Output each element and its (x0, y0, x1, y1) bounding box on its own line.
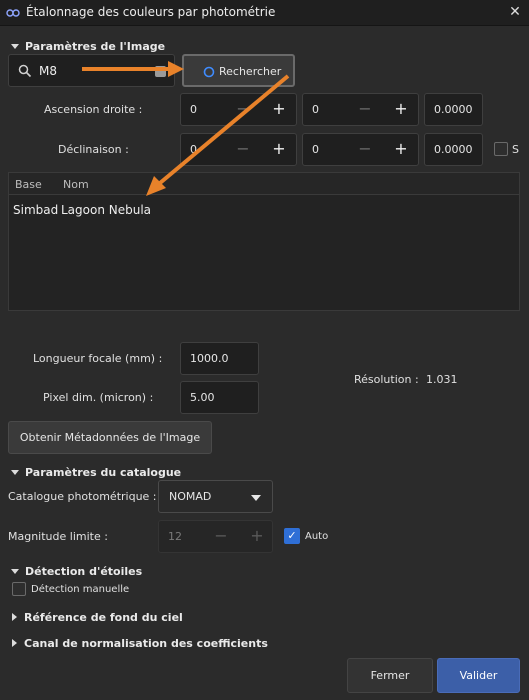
manual-detection-label: Détection manuelle (31, 584, 130, 595)
expand-arrow-icon (11, 469, 19, 475)
pixel-value: 5.00 (190, 391, 215, 404)
collapse-arrow-icon (12, 613, 17, 621)
star-detection-header[interactable]: Détection d'étoiles (11, 565, 142, 578)
magnitude-increment[interactable]: + (247, 528, 267, 544)
auto-label: Auto (305, 531, 329, 542)
resolution-value: 1.031 (426, 373, 458, 386)
normalization-header-label: Canal de normalisation des coefficients (24, 637, 268, 650)
star-detection-header-label: Détection d'étoiles (25, 565, 143, 578)
focal-value: 1000.0 (190, 352, 229, 365)
collapse-arrow-icon (12, 639, 17, 647)
magnitude-decrement[interactable]: − (211, 528, 231, 544)
pixel-label: Pixel dim. (micron) : (43, 391, 154, 404)
magnitude-stepper[interactable]: 12 − + (158, 520, 273, 553)
sky-background-header-label: Référence de fond du ciel (24, 611, 183, 624)
get-metadata-button[interactable]: Obtenir Métadonnées de l'Image (8, 421, 212, 454)
checkmark-icon: ✓ (287, 529, 297, 542)
validate-button[interactable]: Valider (437, 658, 520, 693)
arrow-head-right (168, 61, 184, 77)
catalogue-params-header-label: Paramètres du catalogue (25, 466, 182, 479)
normalization-header[interactable]: Canal de normalisation des coefficients (12, 637, 268, 650)
catalogue-params-header[interactable]: Paramètres du catalogue (11, 466, 181, 479)
expand-arrow-icon (11, 568, 19, 574)
focal-input[interactable]: 1000.0 (180, 342, 259, 375)
catalogue-selected: NOMAD (169, 490, 212, 503)
magnitude-label: Magnitude limite : (8, 530, 108, 543)
annotation-arrows (82, 61, 290, 196)
catalogue-label: Catalogue photométrique : (8, 490, 157, 503)
close-button[interactable]: Fermer (347, 658, 433, 693)
manual-detection-checkbox[interactable] (12, 582, 26, 596)
resolution-label: Résolution : (354, 373, 419, 386)
auto-checkbox[interactable]: ✓ (284, 528, 300, 544)
pixel-input[interactable]: 5.00 (180, 381, 259, 414)
magnitude-value: 12 (168, 530, 182, 543)
focal-label: Longueur focale (mm) : (33, 352, 163, 365)
dropdown-arrow-icon (251, 495, 261, 501)
sky-background-header[interactable]: Référence de fond du ciel (12, 611, 183, 624)
catalogue-select[interactable]: NOMAD (158, 480, 273, 513)
